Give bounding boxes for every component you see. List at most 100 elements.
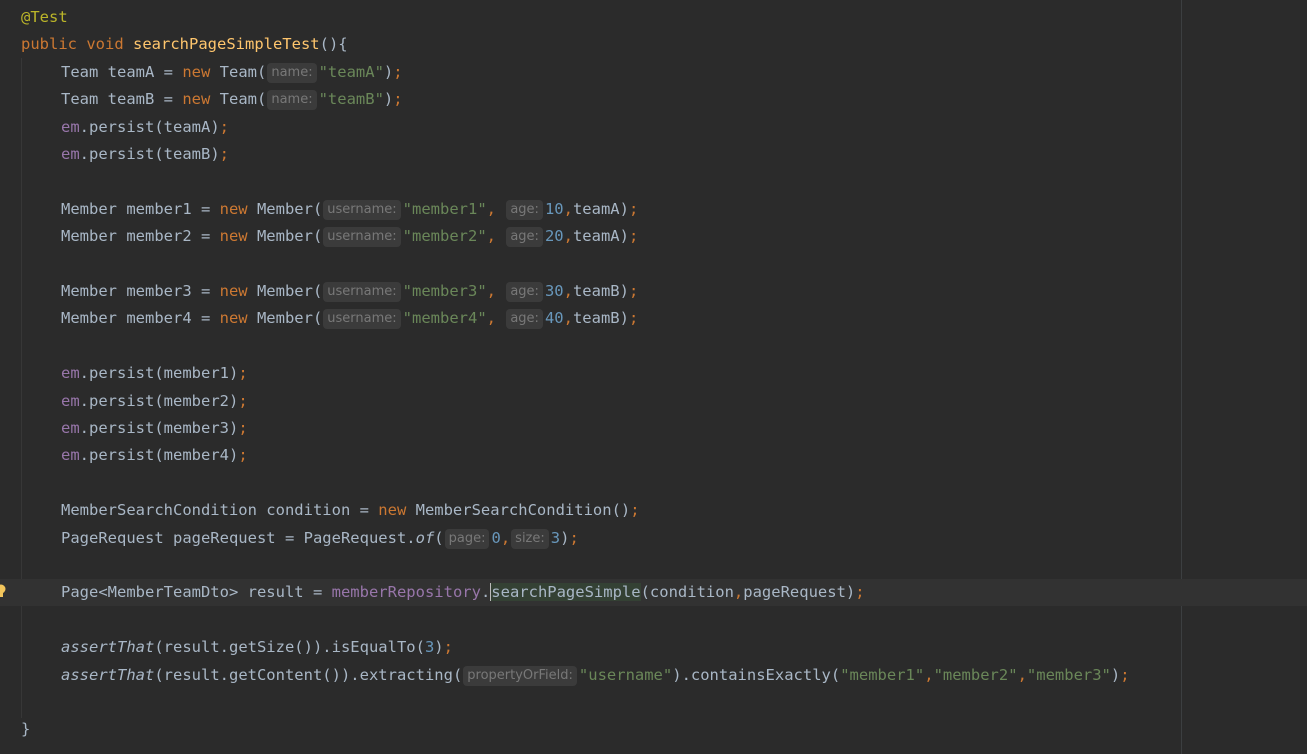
code-token: ) [383,90,394,109]
code-token: , [563,309,573,328]
code-token: memberRepository [331,583,481,602]
code-line[interactable] [0,333,1307,360]
code-line-current[interactable]: Page<MemberTeamDto> result = memberRepos… [0,579,1307,607]
code-token: ; [628,199,639,218]
code-line[interactable]: Member member1 = new Member(username: "me… [0,196,1307,223]
code-token: 3 [424,638,435,657]
code-token: .persist(member2) [79,391,239,410]
code-token: ; [238,364,248,383]
code-line[interactable] [0,470,1307,497]
code-line[interactable]: Team teamA = new Team(name: "teamA"); [0,59,1307,86]
highlighted-method-usage: searchPageSimple [490,583,641,602]
code-token: "username" [578,665,673,684]
code-line[interactable]: Member member2 = new Member(username: "me… [0,223,1307,250]
code-token: MemberSearchCondition condition = [61,501,379,520]
code-token: new [378,501,416,520]
code-token: , [733,583,744,602]
code-line[interactable] [0,168,1307,195]
parameter-hint: age: [506,199,543,220]
code-line[interactable] [0,552,1307,579]
code-line[interactable]: em.persist(member2); [0,388,1307,415]
parameter-hint: username: [323,282,401,302]
code-token: , [486,199,506,218]
code-token: 40 [544,309,564,328]
code-token: new [182,90,220,109]
code-editor[interactable]: @Test public void searchPageSimpleTest(){… [0,0,1307,754]
code-line[interactable]: assertThat(result.getSize()).isEqualTo(3… [0,634,1307,661]
code-line[interactable]: PageRequest pageRequest = PageRequest.of… [0,525,1307,552]
code-token: , [486,227,506,246]
code-line[interactable] [0,251,1307,278]
code-token: Member( [256,199,323,218]
code-token: (result.getSize()).isEqualTo( [154,638,425,657]
code-text: Member member3 = new Member(username: "me… [61,278,638,305]
code-token: 3 [550,528,561,547]
code-token: ) [383,62,394,81]
code-token: Member member4 = [61,309,220,328]
code-text: Member member2 = new Member(username: "me… [61,223,638,250]
code-text: @Test [21,4,68,31]
code-token: new [219,199,257,218]
code-line[interactable]: em.persist(member4); [0,442,1307,469]
parameter-hint: age: [506,227,543,248]
code-token: . [480,583,491,602]
code-token: Member member1 = [61,199,220,218]
code-token: Member member2 = [61,227,220,246]
code-line[interactable]: public void searchPageSimpleTest(){ [0,31,1307,58]
code-token: ; [238,419,248,437]
code-line[interactable] [0,607,1307,634]
parameter-hint: username: [323,309,401,330]
code-text: PageRequest pageRequest = PageRequest.of… [61,525,579,552]
code-line[interactable]: Member member4 = new Member(username: "me… [0,305,1307,332]
code-text: MemberSearchCondition condition = new Me… [61,497,640,524]
code-line[interactable]: em.persist(member1); [0,360,1307,387]
code-line[interactable]: assertThat(result.getContent()).extracti… [0,662,1307,689]
code-text: Team teamB = new Team(name: "teamB"); [61,86,403,113]
code-token: ; [219,117,229,136]
parameter-hint: name: [267,90,317,111]
code-token: ; [855,583,865,602]
code-token: } [21,720,31,739]
code-text: em.persist(member4); [61,442,248,469]
code-line[interactable]: } [0,716,1307,743]
code-token: , [563,282,573,300]
code-token: .persist(teamA) [79,117,220,136]
code-line[interactable]: Member member3 = new Member(username: "me… [0,278,1307,305]
code-token: ; [628,227,639,246]
code-line[interactable]: Team teamB = new Team(name: "teamB"); [0,86,1307,113]
code-token: "member2" [402,227,487,246]
code-token: Member member3 = [61,282,220,300]
code-token: em [61,145,80,163]
code-line[interactable]: em.persist(teamA); [0,114,1307,141]
lightbulb-icon[interactable] [0,584,6,598]
code-token: teamA) [572,227,629,246]
code-token: Page<MemberTeamDto> result = [61,583,332,602]
code-text: Member member1 = new Member(username: "me… [61,196,638,223]
code-token: public [21,35,87,54]
code-token: (condition [640,583,734,602]
code-token: (){ [319,35,348,54]
parameter-hint: propertyOrField: [463,665,577,686]
code-token: ; [219,145,229,163]
code-text: assertThat(result.getSize()).isEqualTo(3… [61,634,453,661]
code-token: em [61,391,80,410]
code-token: , [486,309,506,328]
code-token: 20 [544,227,564,246]
code-token: em [61,117,80,136]
parameter-hint: name: [267,62,317,83]
code-line[interactable]: em.persist(member3); [0,415,1307,442]
code-token: ; [393,90,403,109]
code-token: teamA) [572,199,629,218]
code-text: Member member4 = new Member(username: "me… [61,305,638,332]
code-line[interactable]: @Test [0,4,1307,31]
code-token: , [563,199,573,218]
code-token: ; [393,62,403,81]
code-line[interactable] [0,689,1307,716]
code-token: Member( [256,309,323,328]
code-text: public void searchPageSimpleTest(){ [21,31,348,58]
code-line[interactable]: em.persist(teamB); [0,141,1307,168]
code-token: .persist(member1) [79,364,239,383]
code-line[interactable]: MemberSearchCondition condition = new Me… [0,497,1307,524]
code-token: 10 [544,199,564,218]
code-token: Member( [256,282,323,300]
